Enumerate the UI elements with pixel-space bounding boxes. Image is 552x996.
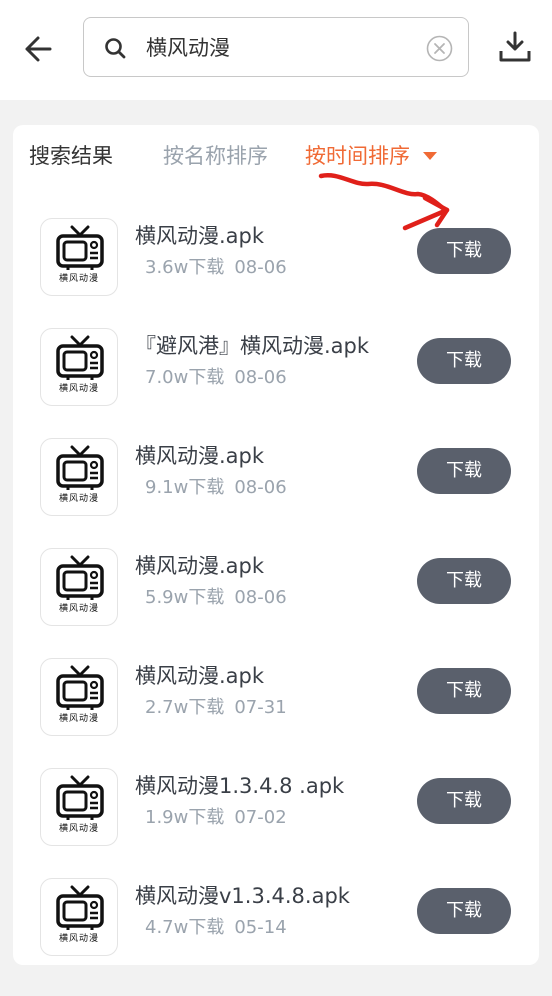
app-name: 横风动漫v1.3.4.8.apk: [135, 884, 350, 908]
app-name: 横风动漫.apk: [135, 444, 265, 468]
download-count: 4.7w下载: [145, 917, 225, 938]
app-name: 横风动漫1.3.4.8 .apk: [135, 774, 345, 798]
list-item[interactable]: 横风动漫 横风动漫1.3.4.8 .apk 1.9w下载 07-02 下载: [13, 768, 539, 886]
tv-icon: [56, 665, 104, 710]
app-meta: 1.9w下载 07-02: [145, 804, 287, 832]
app-name: 『避风港』横风动漫.apk: [135, 334, 370, 358]
tv-icon: [56, 225, 104, 270]
app-name: 横风动漫.apk: [135, 554, 265, 578]
tv-icon: [56, 775, 104, 820]
list-item[interactable]: 横风动漫 横风动漫.apk 2.7w下载 07-31 下载: [13, 658, 539, 776]
download-button[interactable]: 下载: [417, 668, 511, 714]
app-icon: 横风动漫: [40, 658, 118, 736]
app-icon-label: 横风动漫: [58, 934, 99, 944]
app-icon-label: 横风动漫: [58, 384, 99, 394]
clear-icon[interactable]: [426, 35, 453, 62]
tv-icon: [56, 445, 104, 490]
download-count: 5.9w下载: [145, 587, 225, 608]
app-icon-label: 横风动漫: [58, 824, 99, 834]
app-meta: 3.6w下载 08-06: [145, 254, 287, 282]
download-count: 3.6w下载: [145, 257, 225, 278]
tab-search-results[interactable]: 搜索结果: [29, 141, 113, 171]
search-query-text[interactable]: 横风动漫: [146, 18, 230, 78]
app-icon: 横风动漫: [40, 328, 118, 406]
update-date: 05-14: [234, 917, 287, 938]
update-date: 07-02: [234, 807, 287, 828]
app-name: 横风动漫.apk: [135, 664, 265, 688]
app-icon-label: 横风动漫: [58, 714, 99, 724]
download-button[interactable]: 下载: [417, 338, 511, 384]
app-icon-label: 横风动漫: [58, 494, 99, 504]
back-button[interactable]: [20, 30, 58, 68]
update-date: 07-31: [234, 697, 287, 718]
update-date: 08-06: [234, 587, 287, 608]
top-bar: 横风动漫: [0, 0, 552, 100]
app-icon: 横风动漫: [40, 548, 118, 626]
tab-sort-by-name[interactable]: 按名称排序: [163, 141, 268, 171]
app-icon-label: 横风动漫: [58, 604, 99, 614]
results-panel: 搜索结果 按名称排序 按时间排序 横风动漫 横风动漫.apk 3.6w下载 08-…: [13, 125, 539, 965]
tv-icon: [56, 335, 104, 380]
search-input[interactable]: 横风动漫: [83, 17, 469, 77]
app-name: 横风动漫.apk: [135, 224, 265, 248]
arrow-left-icon: [25, 36, 52, 62]
download-button[interactable]: 下载: [417, 448, 511, 494]
download-button[interactable]: 下载: [417, 888, 511, 934]
download-button[interactable]: 下载: [417, 228, 511, 274]
list-item[interactable]: 横风动漫 横风动漫.apk 3.6w下载 08-06 下载: [13, 218, 539, 336]
app-icon: 横风动漫: [40, 878, 118, 956]
download-manager-button[interactable]: [498, 30, 532, 64]
list-item[interactable]: 横风动漫 横风动漫v1.3.4.8.apk 4.7w下载 05-14 下载: [13, 878, 539, 996]
list-item[interactable]: 横风动漫 『避风港』横风动漫.apk 7.0w下载 08-06 下载: [13, 328, 539, 446]
caret-down-icon[interactable]: [423, 152, 437, 161]
app-meta: 7.0w下载 08-06: [145, 364, 287, 392]
update-date: 08-06: [234, 367, 287, 388]
update-date: 08-06: [234, 477, 287, 498]
download-button[interactable]: 下载: [417, 778, 511, 824]
update-date: 08-06: [234, 257, 287, 278]
search-icon: [105, 38, 126, 59]
download-count: 2.7w下载: [145, 697, 225, 718]
app-meta: 4.7w下载 05-14: [145, 914, 287, 942]
download-count: 9.1w下载: [145, 477, 225, 498]
app-meta: 9.1w下载 08-06: [145, 474, 287, 502]
app-icon-label: 横风动漫: [58, 274, 99, 284]
app-icon: 横风动漫: [40, 438, 118, 516]
tv-icon: [56, 885, 104, 930]
download-count: 1.9w下载: [145, 807, 225, 828]
download-icon: [499, 31, 531, 62]
app-icon: 横风动漫: [40, 768, 118, 846]
tv-icon: [56, 555, 104, 600]
app-icon: 横风动漫: [40, 218, 118, 296]
list-item[interactable]: 横风动漫 横风动漫.apk 9.1w下载 08-06 下载: [13, 438, 539, 556]
download-button[interactable]: 下载: [417, 558, 511, 604]
tab-sort-by-time[interactable]: 按时间排序: [305, 141, 410, 171]
list-item[interactable]: 横风动漫 横风动漫.apk 5.9w下载 08-06 下载: [13, 548, 539, 666]
app-meta: 5.9w下载 08-06: [145, 584, 287, 612]
download-count: 7.0w下载: [145, 367, 225, 388]
app-meta: 2.7w下载 07-31: [145, 694, 287, 722]
